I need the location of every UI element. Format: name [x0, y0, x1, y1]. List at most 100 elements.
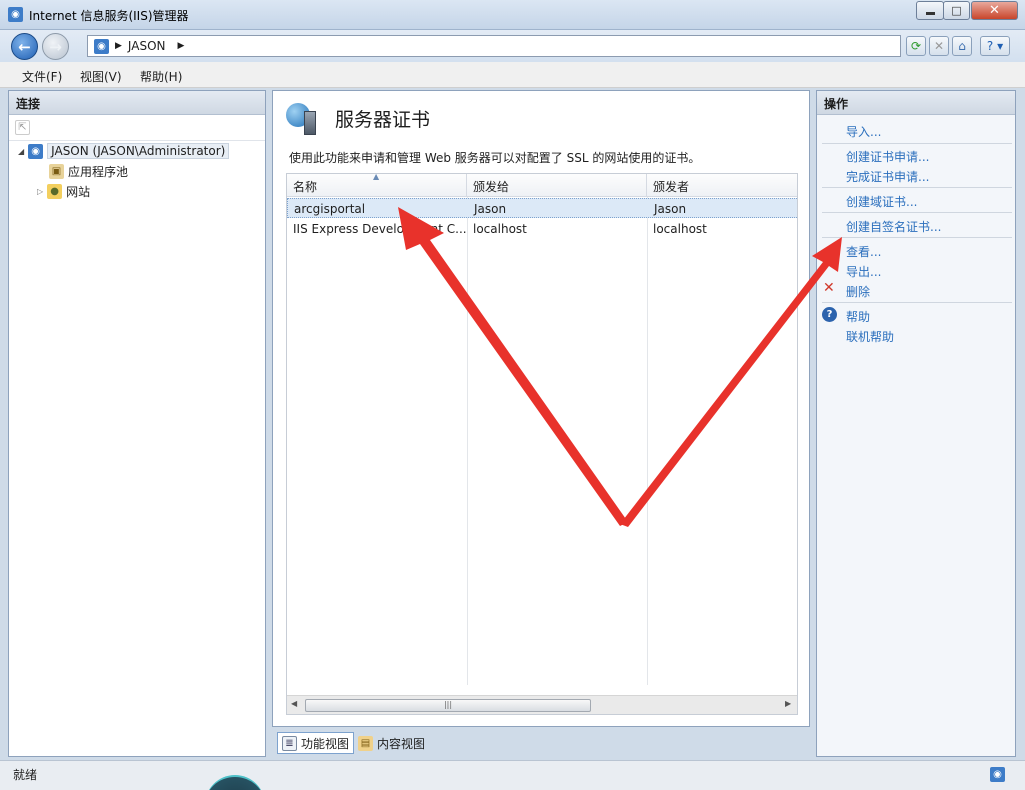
- tree-server-label: JASON (JASON\Administrator): [47, 143, 230, 159]
- action-view[interactable]: 查看...: [846, 243, 881, 260]
- horizontal-scrollbar[interactable]: ◀ ||| ▶: [287, 695, 797, 714]
- scroll-left-icon[interactable]: ◀: [291, 699, 297, 708]
- status-bar: 就绪 ◉: [0, 760, 1025, 790]
- tab-features-view-label: 功能视图: [301, 736, 350, 751]
- action-help[interactable]: 帮助: [846, 308, 870, 325]
- connections-panel: 连接 ⇱ ◢ ◉ JASON (JASON\Administrator) ▣ 应…: [8, 90, 266, 757]
- separator: [822, 302, 1012, 303]
- refresh-icon: ⟳: [910, 39, 922, 53]
- cell-name: IIS Express Development C...: [293, 222, 467, 236]
- stop-button[interactable]: ✕: [929, 36, 949, 56]
- column-header-issued-by[interactable]: 颁发者: [647, 174, 797, 197]
- column-header-name[interactable]: 名称 ▲: [287, 174, 467, 197]
- tree-server-node[interactable]: ◢ ◉ JASON (JASON\Administrator): [18, 143, 230, 159]
- maximize-icon: □: [951, 4, 962, 17]
- action-online-help[interactable]: 联机帮助: [846, 328, 894, 345]
- certificates-table: 名称 ▲ 颁发给 颁发者 arcgisportal Jason Jason II…: [286, 173, 798, 715]
- column-divider: [647, 197, 648, 685]
- table-row[interactable]: arcgisportal Jason Jason: [287, 198, 797, 218]
- feature-panel: 服务器证书 使用此功能来申请和管理 Web 服务器可以对配置了 SSL 的网站使…: [272, 90, 810, 727]
- column-header-issued-to[interactable]: 颁发给: [467, 174, 647, 197]
- actions-panel: 操作 导入... 创建证书申请... 完成证书申请... 创建域证书... 创建…: [816, 90, 1016, 757]
- table-row[interactable]: IIS Express Development C... localhost l…: [287, 219, 797, 239]
- separator: [822, 187, 1012, 188]
- menu-bar: 文件(F) 视图(V) 帮助(H): [0, 62, 1025, 88]
- cell-issued-to: localhost: [473, 222, 527, 236]
- tree-app-pools-label: 应用程序池: [68, 165, 129, 179]
- cell-issued-by: Jason: [654, 202, 687, 216]
- forward-arrow-icon: →: [49, 37, 62, 56]
- tab-content-view[interactable]: ▤ 内容视图: [354, 732, 429, 754]
- help-circle-icon: ?: [822, 307, 837, 322]
- action-create-request[interactable]: 创建证书申请...: [846, 148, 929, 165]
- expand-arrow-icon[interactable]: ▷: [37, 187, 43, 196]
- certificate-feature-icon: [286, 101, 320, 135]
- cell-issued-to: Jason: [474, 202, 507, 216]
- separator: [822, 237, 1012, 238]
- iis-app-icon: ◉: [8, 7, 23, 22]
- breadcrumb-separator-icon: ▶: [177, 41, 185, 51]
- connect-icon[interactable]: ⇱: [15, 120, 30, 135]
- feature-title: 服务器证书: [335, 109, 431, 131]
- separator: [822, 143, 1012, 144]
- features-view-icon: ≣: [282, 735, 297, 751]
- refresh-button[interactable]: ⟳: [906, 36, 926, 56]
- action-import[interactable]: 导入...: [846, 123, 881, 140]
- minimize-button[interactable]: [916, 1, 944, 20]
- help-button[interactable]: ? ▾: [980, 36, 1010, 56]
- sort-ascending-icon: ▲: [373, 173, 380, 181]
- action-complete-request[interactable]: 完成证书申请...: [846, 168, 929, 185]
- server-icon: ◉: [28, 143, 44, 159]
- server-status-icon: ◉: [990, 767, 1005, 782]
- menu-file[interactable]: 文件(F): [22, 68, 62, 85]
- breadcrumb-jason[interactable]: JASON: [128, 39, 166, 53]
- tree-sites-node[interactable]: ▷ ● 网站: [37, 183, 90, 200]
- connections-toolbar: ⇱: [9, 115, 265, 141]
- collapse-arrow-icon[interactable]: ◢: [18, 147, 24, 156]
- tree-app-pools-node[interactable]: ▣ 应用程序池: [49, 163, 128, 180]
- title-bar: ◉ Internet 信息服务(IIS)管理器 □ ✕: [0, 0, 1025, 30]
- breadcrumb-separator-icon: ▶: [115, 41, 122, 51]
- column-name-label: 名称: [293, 180, 318, 194]
- close-icon: ✕: [989, 3, 1000, 18]
- status-text: 就绪: [13, 768, 38, 782]
- action-create-self-signed-cert[interactable]: 创建自签名证书...: [846, 218, 941, 235]
- content-view-icon: ▤: [358, 735, 373, 751]
- scroll-right-icon[interactable]: ▶: [785, 699, 791, 708]
- menu-view[interactable]: 视图(V): [80, 68, 122, 85]
- address-bar[interactable]: ◉ ▶ JASON ▶: [87, 35, 901, 57]
- cell-name: arcgisportal: [294, 202, 366, 216]
- close-button[interactable]: ✕: [971, 1, 1018, 20]
- separator: [822, 212, 1012, 213]
- tab-features-view[interactable]: ≣ 功能视图: [277, 732, 355, 754]
- tree-sites-label: 网站: [66, 185, 91, 199]
- column-divider: [467, 197, 468, 685]
- delete-icon: ✕: [823, 280, 835, 296]
- minimize-icon: [925, 12, 935, 15]
- maximize-button[interactable]: □: [943, 1, 970, 20]
- action-delete[interactable]: 删除: [846, 283, 870, 300]
- server-icon: ◉: [94, 38, 109, 54]
- back-button[interactable]: ←: [11, 33, 38, 60]
- home-icon: ⌂: [958, 39, 966, 53]
- app-pool-icon: ▣: [49, 164, 64, 179]
- taskbar-orb-edge: [205, 775, 265, 790]
- view-tabs: ≣ 功能视图 ▤ 内容视图: [272, 730, 810, 757]
- back-arrow-icon: ←: [18, 37, 31, 56]
- cell-issued-by: localhost: [653, 222, 707, 236]
- menu-help[interactable]: 帮助(H): [140, 68, 182, 85]
- scrollbar-thumb[interactable]: |||: [305, 699, 591, 712]
- feature-description: 使用此功能来申请和管理 Web 服务器可以对配置了 SSL 的网站使用的证书。: [289, 151, 701, 165]
- home-button[interactable]: ⌂: [952, 36, 972, 56]
- sites-folder-icon: ●: [47, 184, 63, 199]
- stop-icon: ✕: [933, 39, 945, 53]
- navigation-bar: ← → ◉ ▶ JASON ▶ ⟳ ✕ ⌂ ? ▾: [0, 30, 1025, 62]
- forward-button[interactable]: →: [42, 33, 69, 60]
- action-export[interactable]: 导出...: [846, 263, 881, 280]
- help-icon: ? ▾: [986, 39, 1004, 53]
- actions-header: 操作: [817, 91, 1015, 115]
- tab-content-view-label: 内容视图: [377, 736, 426, 751]
- connections-header: 连接: [9, 91, 265, 115]
- window-title: Internet 信息服务(IIS)管理器: [29, 9, 189, 23]
- action-create-domain-cert[interactable]: 创建域证书...: [846, 193, 917, 210]
